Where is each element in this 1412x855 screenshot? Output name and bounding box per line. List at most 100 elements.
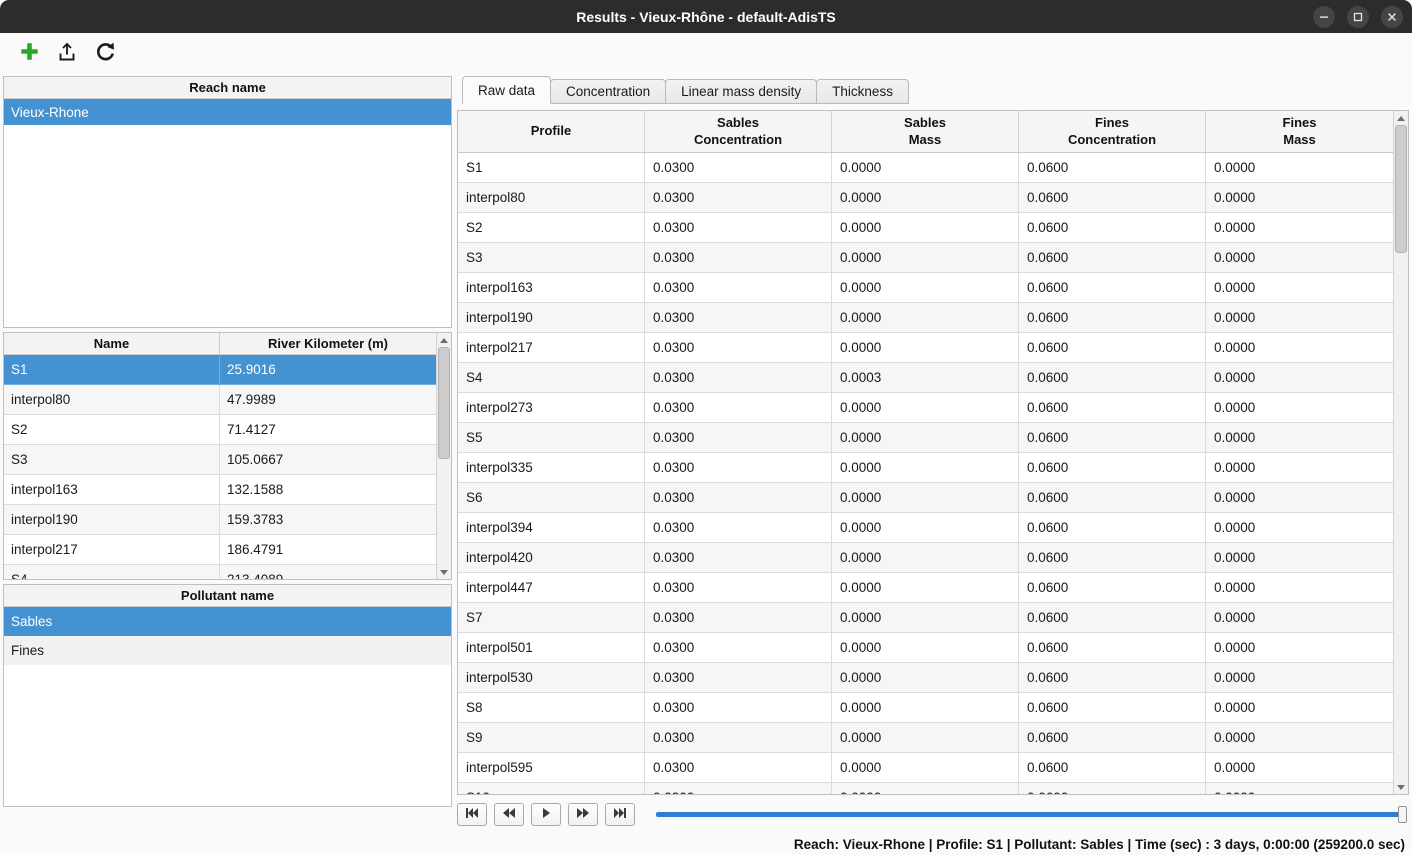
add-button[interactable]	[16, 40, 42, 66]
results-table-main: Profile Sables Concentration Sables Mass…	[458, 111, 1393, 794]
profile-row[interactable]: interpol163132.1588	[4, 475, 436, 505]
results-value-cell: 0.0000	[1206, 663, 1393, 693]
results-row[interactable]: S10.03000.00000.06000.0000	[458, 153, 1393, 183]
results-row[interactable]: S100.03000.00000.06000.0000	[458, 783, 1393, 794]
reach-list-item[interactable]: Vieux-Rhone	[4, 99, 451, 125]
column-header-fines-mass: Fines Mass	[1206, 111, 1393, 152]
results-row[interactable]: interpol4470.03000.00000.06000.0000	[458, 573, 1393, 603]
minimize-button[interactable]	[1313, 6, 1335, 28]
skip-last-button[interactable]	[605, 803, 635, 826]
results-row[interactable]: S90.03000.00000.06000.0000	[458, 723, 1393, 753]
results-value-cell: 0.0600	[1019, 693, 1206, 723]
tab-concentration[interactable]: Concentration	[550, 79, 666, 104]
results-value-cell: 0.0000	[832, 243, 1019, 273]
results-value-cell: 0.0000	[832, 753, 1019, 783]
results-value-cell: 0.0300	[645, 453, 832, 483]
results-row[interactable]: S50.03000.00000.06000.0000	[458, 423, 1393, 453]
results-value-cell: 0.0000	[832, 393, 1019, 423]
results-profile-cell: interpol163	[458, 273, 645, 303]
profile-row[interactable]: S125.9016	[4, 355, 436, 385]
results-value-cell: 0.0000	[1206, 153, 1393, 183]
profile-km-cell: 71.4127	[220, 415, 436, 445]
scroll-up-arrow[interactable]	[437, 333, 451, 347]
results-table-header: Profile Sables Concentration Sables Mass…	[458, 111, 1393, 153]
results-row[interactable]: interpol1630.03000.00000.06000.0000	[458, 273, 1393, 303]
results-scrollbar[interactable]	[1393, 111, 1408, 794]
window-title: Results - Vieux-Rhône - default-AdisTS	[576, 9, 836, 25]
close-button[interactable]	[1381, 6, 1403, 28]
reach-list[interactable]: Vieux-Rhone	[4, 99, 451, 327]
right-panel: Raw dataConcentrationLinear mass density…	[457, 76, 1409, 833]
results-row[interactable]: S80.03000.00000.06000.0000	[458, 693, 1393, 723]
pollutant-list[interactable]: SablesFines	[4, 607, 451, 806]
profile-row[interactable]: S271.4127	[4, 415, 436, 445]
results-profile-cell: S2	[458, 213, 645, 243]
results-row[interactable]: interpol1900.03000.00000.06000.0000	[458, 303, 1393, 333]
results-profile-cell: S1	[458, 153, 645, 183]
results-profile-cell: S4	[458, 363, 645, 393]
profile-row[interactable]: interpol190159.3783	[4, 505, 436, 535]
plus-icon	[19, 41, 40, 65]
profile-name-cell: interpol163	[4, 475, 220, 505]
results-row[interactable]: interpol3350.03000.00000.06000.0000	[458, 453, 1393, 483]
results-row[interactable]: interpol5950.03000.00000.06000.0000	[458, 753, 1393, 783]
profile-row[interactable]: interpol217186.4791	[4, 535, 436, 565]
fast-forward-button[interactable]	[568, 803, 598, 826]
tab-linear-mass-density[interactable]: Linear mass density	[665, 79, 817, 104]
export-icon	[57, 42, 77, 65]
window-controls	[1313, 0, 1403, 33]
scrollbar-track[interactable]	[437, 347, 451, 565]
skip-first-button[interactable]	[457, 803, 487, 826]
maximize-button[interactable]	[1347, 6, 1369, 28]
results-value-cell: 0.0000	[1206, 213, 1393, 243]
pollutant-list-item[interactable]: Fines	[4, 636, 451, 665]
profile-km-cell: 132.1588	[220, 475, 436, 505]
profile-row[interactable]: interpol8047.9989	[4, 385, 436, 415]
scroll-down-arrow[interactable]	[437, 565, 451, 579]
playback-controls	[457, 801, 1407, 827]
time-slider-track[interactable]	[656, 812, 1407, 817]
results-row[interactable]: interpol5010.03000.00000.06000.0000	[458, 633, 1393, 663]
pollutant-list-item[interactable]: Sables	[4, 607, 451, 636]
results-value-cell: 0.0000	[1206, 603, 1393, 633]
tab-raw-data[interactable]: Raw data	[462, 76, 551, 104]
results-row[interactable]: S40.03000.00030.06000.0000	[458, 363, 1393, 393]
results-row[interactable]: S30.03000.00000.06000.0000	[458, 243, 1393, 273]
results-value-cell: 0.0000	[832, 603, 1019, 633]
app-window: Results - Vieux-Rhône - default-AdisTS	[0, 0, 1412, 855]
profile-row[interactable]: S4213.4089	[4, 565, 436, 579]
profiles-scrollbar[interactable]	[436, 333, 451, 579]
results-row[interactable]: interpol800.03000.00000.06000.0000	[458, 183, 1393, 213]
column-header-fines-concentration: Fines Concentration	[1019, 111, 1206, 152]
profiles-rows[interactable]: S125.9016interpol8047.9989S271.4127S3105…	[4, 355, 436, 579]
results-row[interactable]: interpol2730.03000.00000.06000.0000	[458, 393, 1393, 423]
results-row[interactable]: interpol3940.03000.00000.06000.0000	[458, 513, 1393, 543]
results-row[interactable]: interpol5300.03000.00000.06000.0000	[458, 663, 1393, 693]
results-value-cell: 0.0600	[1019, 513, 1206, 543]
results-row[interactable]: S70.03000.00000.06000.0000	[458, 603, 1393, 633]
rewind-button[interactable]	[494, 803, 524, 826]
scrollbar-thumb[interactable]	[438, 347, 450, 459]
tab-thickness[interactable]: Thickness	[816, 79, 909, 104]
results-value-cell: 0.0000	[832, 333, 1019, 363]
scrollbar-thumb[interactable]	[1395, 125, 1407, 253]
time-slider-handle[interactable]	[1398, 806, 1407, 823]
results-rows[interactable]: S10.03000.00000.06000.0000interpol800.03…	[458, 153, 1393, 794]
play-button[interactable]	[531, 803, 561, 826]
results-value-cell: 0.0000	[1206, 393, 1393, 423]
results-profile-cell: S10	[458, 783, 645, 794]
profile-row[interactable]: S3105.0667	[4, 445, 436, 475]
results-value-cell: 0.0300	[645, 783, 832, 794]
results-value-cell: 0.0000	[1206, 273, 1393, 303]
time-slider[interactable]	[656, 803, 1407, 826]
results-row[interactable]: S20.03000.00000.06000.0000	[458, 213, 1393, 243]
results-row[interactable]: S60.03000.00000.06000.0000	[458, 483, 1393, 513]
scroll-down-arrow[interactable]	[1394, 780, 1408, 794]
scrollbar-track[interactable]	[1394, 125, 1408, 780]
results-value-cell: 0.0600	[1019, 153, 1206, 183]
export-button[interactable]	[54, 40, 80, 66]
results-row[interactable]: interpol2170.03000.00000.06000.0000	[458, 333, 1393, 363]
refresh-button[interactable]	[92, 40, 118, 66]
results-row[interactable]: interpol4200.03000.00000.06000.0000	[458, 543, 1393, 573]
scroll-up-arrow[interactable]	[1394, 111, 1408, 125]
